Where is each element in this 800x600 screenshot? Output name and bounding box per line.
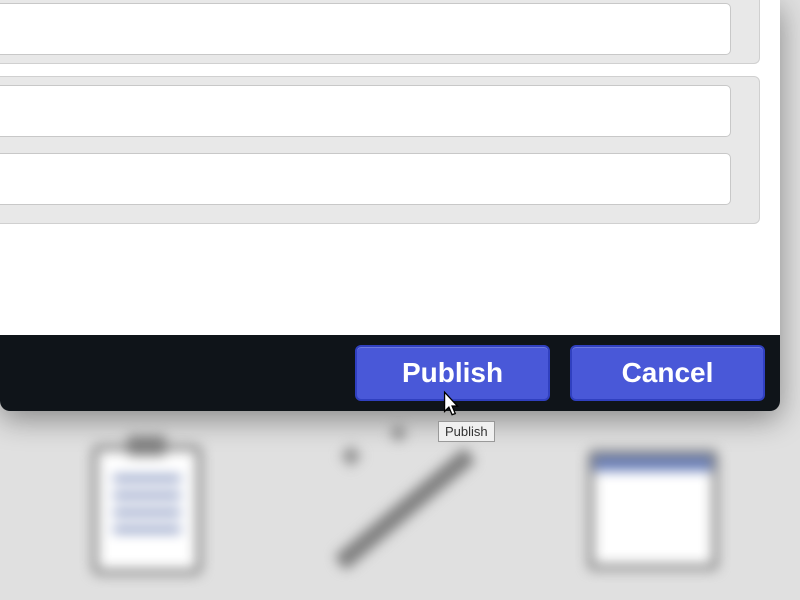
publish-button[interactable]: Publish (355, 345, 550, 401)
magic-wand-icon: ✦ ✦ (330, 440, 470, 580)
form-section-2 (0, 76, 760, 224)
publish-dialog: Publish Cancel (0, 0, 780, 411)
window-icon (583, 440, 723, 580)
text-input-3[interactable] (0, 153, 731, 205)
form-section-1 (0, 0, 760, 64)
background-icons: ✦ ✦ (0, 420, 800, 600)
text-input-1[interactable] (0, 3, 731, 55)
dialog-content (0, 0, 780, 335)
clipboard-icon (77, 440, 217, 580)
cancel-button[interactable]: Cancel (570, 345, 765, 401)
dialog-footer: Publish Cancel (0, 335, 780, 411)
tooltip: Publish (438, 421, 495, 442)
text-input-2[interactable] (0, 85, 731, 137)
